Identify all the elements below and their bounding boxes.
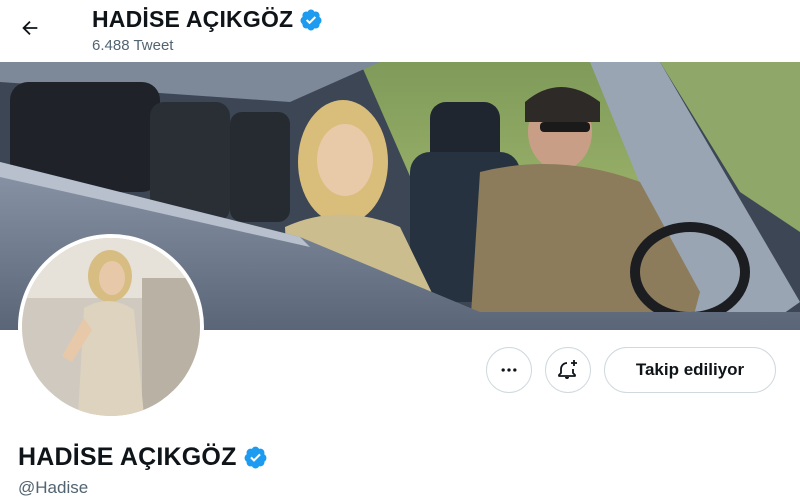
tweet-count-label: Tweet [133, 37, 174, 54]
top-header: HADİSE AÇIKGÖZ 6.488 Tweet [0, 0, 800, 62]
avatar-photo [22, 238, 200, 416]
header-title: HADİSE AÇIKGÖZ [92, 6, 294, 32]
verified-badge-icon [244, 446, 266, 469]
avatar[interactable] [18, 234, 204, 420]
avatar-image [22, 238, 200, 416]
arrow-left-icon [22, 20, 38, 36]
tweet-count: 6.488 Tweet [92, 37, 173, 54]
profile-handle: @Hadise [18, 478, 89, 497]
profile-name: HADİSE AÇIKGÖZ [18, 443, 237, 471]
following-button-label: Takip ediliyor [635, 360, 745, 379]
following-button[interactable]: Takip ediliyor [604, 347, 776, 393]
more-horizontal-icon [501, 368, 517, 372]
header-name-row: HADİSE AÇIKGÖZ [92, 6, 323, 33]
more-options-button[interactable] [486, 347, 532, 393]
tweet-count-value: 6.488 [92, 37, 130, 54]
verified-badge-icon [300, 9, 322, 30]
notifications-button[interactable] [545, 347, 591, 393]
profile-name-row: HADİSE AÇIKGÖZ [18, 443, 268, 472]
back-button[interactable] [12, 10, 48, 46]
bell-plus-icon [558, 360, 577, 379]
